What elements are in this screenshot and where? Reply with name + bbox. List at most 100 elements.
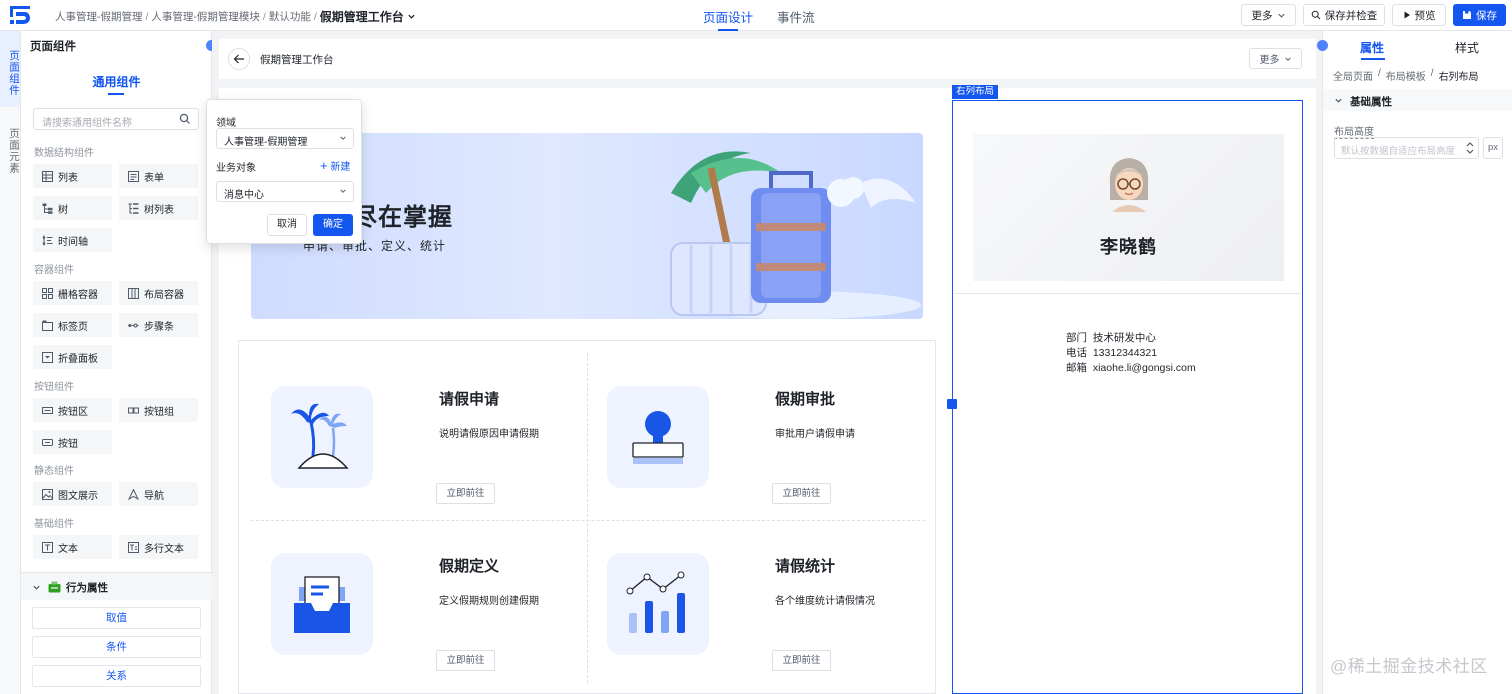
plus-icon: + — [320, 158, 328, 173]
stamp-icon — [632, 411, 684, 464]
new-object-link[interactable]: + 新建 — [320, 158, 350, 173]
page-header: 假期管理工作台 更多 — [219, 39, 1316, 79]
button-group-icon — [128, 407, 139, 413]
preview-button[interactable]: 预览 — [1392, 4, 1446, 26]
component-button[interactable]: 按钮 — [33, 430, 112, 454]
card-leave-apply[interactable]: 请假申请 说明请假原因申请假期 立即前往 — [251, 353, 587, 520]
component-steps[interactable]: 步骤条 — [119, 313, 198, 337]
card-go-button[interactable]: 立即前往 — [772, 650, 831, 671]
component-tabs[interactable]: 标签页 — [33, 313, 112, 337]
basic-properties-header[interactable]: 基础属性 — [1323, 89, 1512, 111]
card-leave-approval[interactable]: 假期审批 审批用户请假申请 立即前往 — [587, 353, 923, 520]
right-column-layout[interactable]: 李晓鹤 部门 技术研发中心 电话 13312344321 邮箱 xiaohe.l… — [947, 100, 1303, 694]
rail-tab-page-elements[interactable]: 页面元素 — [0, 119, 20, 183]
play-icon — [1404, 11, 1410, 19]
component-tree[interactable]: 树 — [33, 196, 112, 220]
timeline-icon — [42, 235, 53, 245]
component-button-group[interactable]: 按钮组 — [119, 398, 198, 422]
chevron-down-icon — [33, 585, 40, 590]
collapse-icon — [42, 351, 53, 363]
object-select[interactable]: 消息中心 — [216, 181, 354, 202]
properties-panel: 属性 样式 全局页面 / 布局模板 / 右列布局 基础属性 布局高度 默认按数据… — [1317, 31, 1512, 694]
active-tab-indicator — [108, 93, 124, 95]
card-title: 请假统计 — [775, 558, 836, 575]
tab-styles[interactable]: 样式 — [1455, 39, 1479, 56]
save-and-check-button[interactable]: 保存并检查 — [1303, 4, 1385, 26]
page-title: 假期管理工作台 — [260, 54, 334, 66]
group-title: 按钮组件 — [34, 382, 74, 393]
feature-cards: 请假申请 说明请假原因申请假期 立即前往 假期审批 审批用户请假申请 立即前往 — [238, 340, 936, 694]
save-button[interactable]: 保存 — [1453, 4, 1506, 26]
resize-handle[interactable] — [947, 399, 957, 409]
breadcrumb-item[interactable]: 人事管理-假期管理模块 — [151, 9, 260, 24]
chevron-down-icon — [340, 136, 346, 140]
component-multiline-text[interactable]: 多行文本 — [119, 535, 198, 559]
chevron-down-icon — [1335, 98, 1342, 103]
profile-name: 李晓鹤 — [1100, 237, 1157, 257]
component-image-text[interactable]: 图文展示 — [33, 482, 112, 506]
component-navigation[interactable]: 导航 — [119, 482, 198, 506]
card-icon-box — [607, 386, 709, 488]
component-label: 树列表 — [144, 204, 174, 216]
card-go-button[interactable]: 立即前往 — [436, 650, 495, 671]
group-title: 基础组件 — [34, 519, 74, 530]
save-and-check-label: 保存并检查 — [1324, 9, 1378, 22]
text-icon — [42, 541, 53, 553]
collapse-panel-icon[interactable] — [1317, 40, 1328, 51]
behavior-condition-button[interactable]: 条件 — [32, 636, 201, 658]
card-leave-definition[interactable]: 假期定义 定义假期规则创建假期 立即前往 — [251, 520, 587, 687]
back-button[interactable] — [228, 48, 250, 70]
component-panel: 页面组件 通用组件 请搜索通用组件名称 数据结构组件 列表 表单 树 树列表 时… — [21, 31, 217, 694]
component-search-input[interactable]: 请搜索通用组件名称 — [33, 108, 199, 130]
card-go-button[interactable]: 立即前往 — [436, 483, 495, 504]
tree-table-icon — [128, 202, 139, 214]
info-email: 邮箱 xiaohe.li@gongsi.com — [1066, 360, 1196, 375]
rail-tab-page-components[interactable]: 页面组件 — [0, 31, 20, 107]
component-tree-table[interactable]: 树列表 — [119, 196, 198, 220]
page-more-button[interactable]: 更多 — [1249, 48, 1302, 69]
chevron-down-icon — [1277, 13, 1285, 18]
component-label: 折叠面板 — [58, 353, 98, 365]
tab-properties[interactable]: 属性 — [1360, 39, 1384, 56]
layout-height-input[interactable]: 默认按数据自适应布局高度 — [1334, 137, 1479, 159]
domain-select[interactable]: 人事管理-假期管理 — [216, 128, 354, 149]
component-label: 时间轴 — [58, 236, 88, 248]
component-text[interactable]: 文本 — [33, 535, 112, 559]
card-title: 假期审批 — [775, 391, 836, 408]
layout-columns-icon — [128, 287, 139, 299]
breadcrumb-item[interactable]: 默认功能 — [269, 9, 311, 24]
component-list[interactable]: 列表 — [33, 164, 112, 188]
chevron-down-icon[interactable] — [407, 12, 416, 21]
card-leave-statistics[interactable]: 请假统计 各个维度统计请假情况 立即前往 — [587, 520, 923, 687]
chevron-down-icon — [340, 189, 346, 193]
current-page-selector[interactable]: 假期管理工作台 — [320, 8, 404, 25]
app-logo-icon[interactable] — [9, 5, 31, 25]
tab-page-design[interactable]: 页面设计 — [703, 7, 753, 31]
panel-title: 页面组件 — [30, 41, 76, 53]
chevron-down-icon — [1284, 56, 1291, 61]
cancel-button[interactable]: 取消 — [267, 214, 307, 236]
tab-event-flow[interactable]: 事件流 — [777, 7, 815, 29]
component-layout-container[interactable]: 布局容器 — [119, 281, 198, 305]
behavior-value-button[interactable]: 取值 — [32, 607, 201, 629]
behavior-relation-button[interactable]: 关系 — [32, 665, 201, 687]
more-menu-button[interactable]: 更多 — [1241, 4, 1296, 26]
component-label: 图文展示 — [58, 490, 98, 502]
confirm-button[interactable]: 确定 — [313, 214, 353, 236]
search-icon[interactable] — [179, 113, 191, 125]
breadcrumb-item[interactable]: 全局页面 — [1333, 68, 1373, 83]
component-grid-container[interactable]: 栅格容器 — [33, 281, 112, 305]
breadcrumb-item[interactable]: 布局模板 — [1386, 68, 1426, 83]
component-label: 多行文本 — [144, 543, 184, 555]
tab-common-components[interactable]: 通用组件 — [21, 73, 212, 90]
profile-card: 李晓鹤 — [973, 134, 1284, 281]
component-form[interactable]: 表单 — [119, 164, 198, 188]
card-go-button[interactable]: 立即前往 — [772, 483, 831, 504]
component-timeline[interactable]: 时间轴 — [33, 228, 112, 252]
breadcrumb-item[interactable]: 人事管理-假期管理 — [55, 9, 143, 24]
stepper-icon[interactable] — [1466, 140, 1474, 156]
object-value: 消息中心 — [224, 190, 264, 201]
component-button-area[interactable]: 按钮区 — [33, 398, 112, 422]
component-collapse-panel[interactable]: 折叠面板 — [33, 345, 112, 369]
behavior-section-header[interactable]: 行为属性 — [21, 572, 212, 600]
